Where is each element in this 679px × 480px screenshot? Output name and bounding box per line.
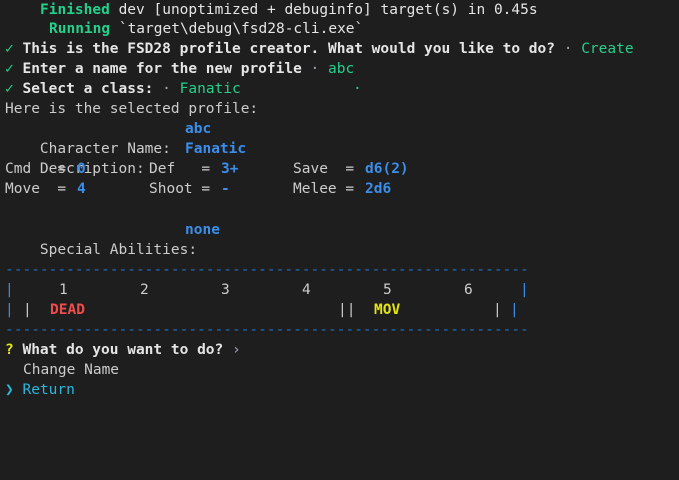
prompt-line-action: ✓ This is the FSD28 profile creator. Wha… (5, 39, 634, 59)
track-dead-label: DEAD (50, 302, 85, 318)
desc-value: Fanatic (185, 141, 247, 157)
prompt-trail-dot: · (353, 81, 362, 97)
menu-item-label: Return (22, 382, 75, 398)
track-mov-label: MOV (374, 302, 401, 318)
track-pipe-inner: | (493, 302, 502, 318)
track-pipe-right: | (510, 302, 519, 318)
track-number: 4 (302, 282, 311, 298)
finished-word: Finished (40, 2, 110, 18)
abilities-row: Special Abilities: none (5, 220, 605, 258)
prompt-separator: · (301, 61, 329, 77)
pointer-icon: ❯ (5, 382, 14, 398)
check-icon: ✓ (5, 61, 14, 77)
def-label: Def = (149, 161, 211, 177)
shoot-value: - (221, 181, 230, 197)
track-number: 1 (59, 282, 68, 298)
track-number: 6 (464, 282, 473, 298)
track-separator-top: ----------------------------------------… (5, 262, 530, 278)
build-running-line: Running `target\debug\fsd28-cli.exe` (49, 19, 363, 39)
track-status-row: | | DEAD || MOV | | (5, 300, 679, 320)
prompt-answer: Fanatic (179, 81, 241, 97)
menu-question: What do you want to do? (22, 342, 224, 358)
prompt-question: This is the FSD28 profile creator. What … (22, 41, 555, 57)
menu-prompt: ? What do you want to do? › (5, 340, 241, 360)
track-number: 2 (140, 282, 149, 298)
question-icon: ? (5, 342, 14, 358)
running-word: Running (49, 21, 111, 37)
track-number: 5 (383, 282, 392, 298)
save-label: Save = (293, 161, 355, 177)
track-double-pipe: || (338, 302, 356, 318)
stats-row-2: Move = 4 Shoot = - Melee = 2d6 (5, 179, 665, 199)
profile-desc-row: Description: Fanatic (5, 139, 605, 177)
finished-text: dev [unoptimized + debuginfo] target(s) … (109, 2, 538, 18)
abilities-value: none (185, 222, 220, 238)
prompt-line-class: ✓ Select a class: · Fanatic · (5, 79, 679, 99)
track-number-row: | 1 2 3 4 5 6 | (5, 280, 679, 300)
menu-item-return[interactable]: ❯ Return (5, 380, 75, 400)
def-value: 3+ (221, 161, 239, 177)
running-text: `target\debug\fsd28-cli.exe` (110, 21, 364, 37)
terminal-window: Finished dev [unoptimized + debuginfo] t… (0, 0, 679, 407)
check-icon: ✓ (5, 41, 14, 57)
name-value: abc (185, 121, 212, 137)
shoot-label: Shoot = (149, 181, 211, 197)
profile-header: Here is the selected profile: (5, 101, 259, 117)
prompt-question: Enter a name for the new profile (22, 61, 302, 77)
prompt-answer: Create (581, 41, 634, 57)
menu-item-change-name[interactable]: Change Name (23, 360, 119, 380)
stats-row-1: Cmd = 0 Def = 3+ Save = d6(2) (5, 159, 665, 179)
track-separator-bottom: ----------------------------------------… (5, 322, 530, 338)
build-finished-line: Finished dev [unoptimized + debuginfo] t… (40, 0, 538, 20)
cmd-value: 0 (77, 161, 86, 177)
check-icon: ✓ (5, 81, 14, 97)
melee-value: 2d6 (365, 181, 392, 197)
cmd-label: Cmd = (5, 161, 67, 177)
profile-name-row: Character Name: abc (5, 119, 605, 157)
prompt-separator: · (153, 81, 180, 97)
move-label: Move = (5, 181, 67, 197)
prompt-answer: abc (328, 61, 355, 77)
track-number: 3 (221, 282, 230, 298)
prompt-question: Select a class: (22, 81, 154, 97)
save-value: d6(2) (365, 161, 409, 177)
abilities-label: Special Abilities: (39, 242, 198, 258)
track-pipe-left: | (5, 302, 14, 318)
track-pipe-right: | (520, 282, 529, 298)
track-pipe-inner: | (23, 302, 32, 318)
move-value: 4 (77, 181, 86, 197)
melee-label: Melee = (293, 181, 355, 197)
prompt-separator: · (554, 41, 582, 57)
track-pipe-left: | (5, 282, 14, 298)
caret-icon: › (232, 342, 241, 358)
prompt-line-name: ✓ Enter a name for the new profile · abc (5, 59, 354, 79)
